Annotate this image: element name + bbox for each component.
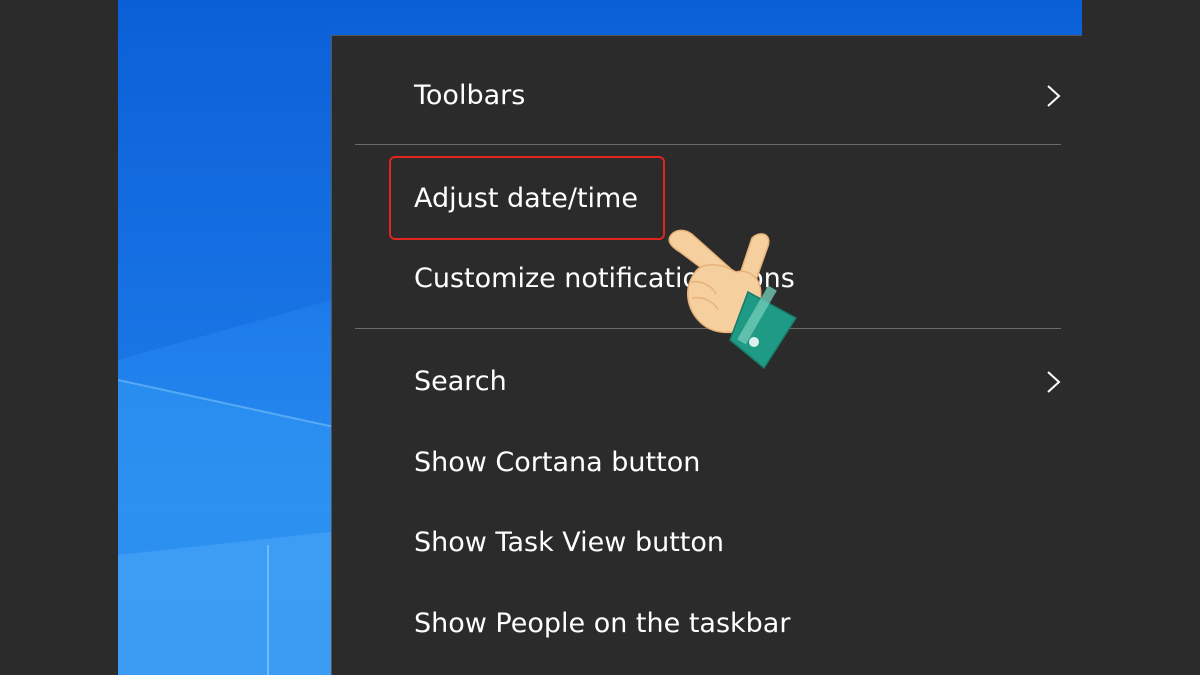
menu-separator	[355, 144, 1061, 145]
menu-item-toolbars[interactable]: Toolbars	[332, 61, 1082, 131]
highlight-annotation-box	[389, 156, 665, 240]
chevron-right-icon	[1047, 371, 1061, 393]
menu-item-show-task-view-button[interactable]: Show Task View button	[332, 508, 1082, 578]
menu-item-label: Show Task View button	[414, 527, 724, 558]
right-frame	[1082, 0, 1200, 675]
chevron-right-icon	[1047, 85, 1061, 107]
menu-item-show-people-on-taskbar[interactable]: Show People on the taskbar	[332, 589, 1082, 659]
left-frame	[0, 0, 118, 675]
pointing-hand-icon	[668, 229, 798, 370]
menu-item-label: Search	[414, 366, 507, 397]
menu-item-label: Show Cortana button	[414, 447, 701, 478]
menu-item-label: Show People on the taskbar	[414, 608, 791, 639]
menu-item-label: Toolbars	[414, 80, 526, 111]
menu-item-show-cortana-button[interactable]: Show Cortana button	[332, 428, 1082, 498]
